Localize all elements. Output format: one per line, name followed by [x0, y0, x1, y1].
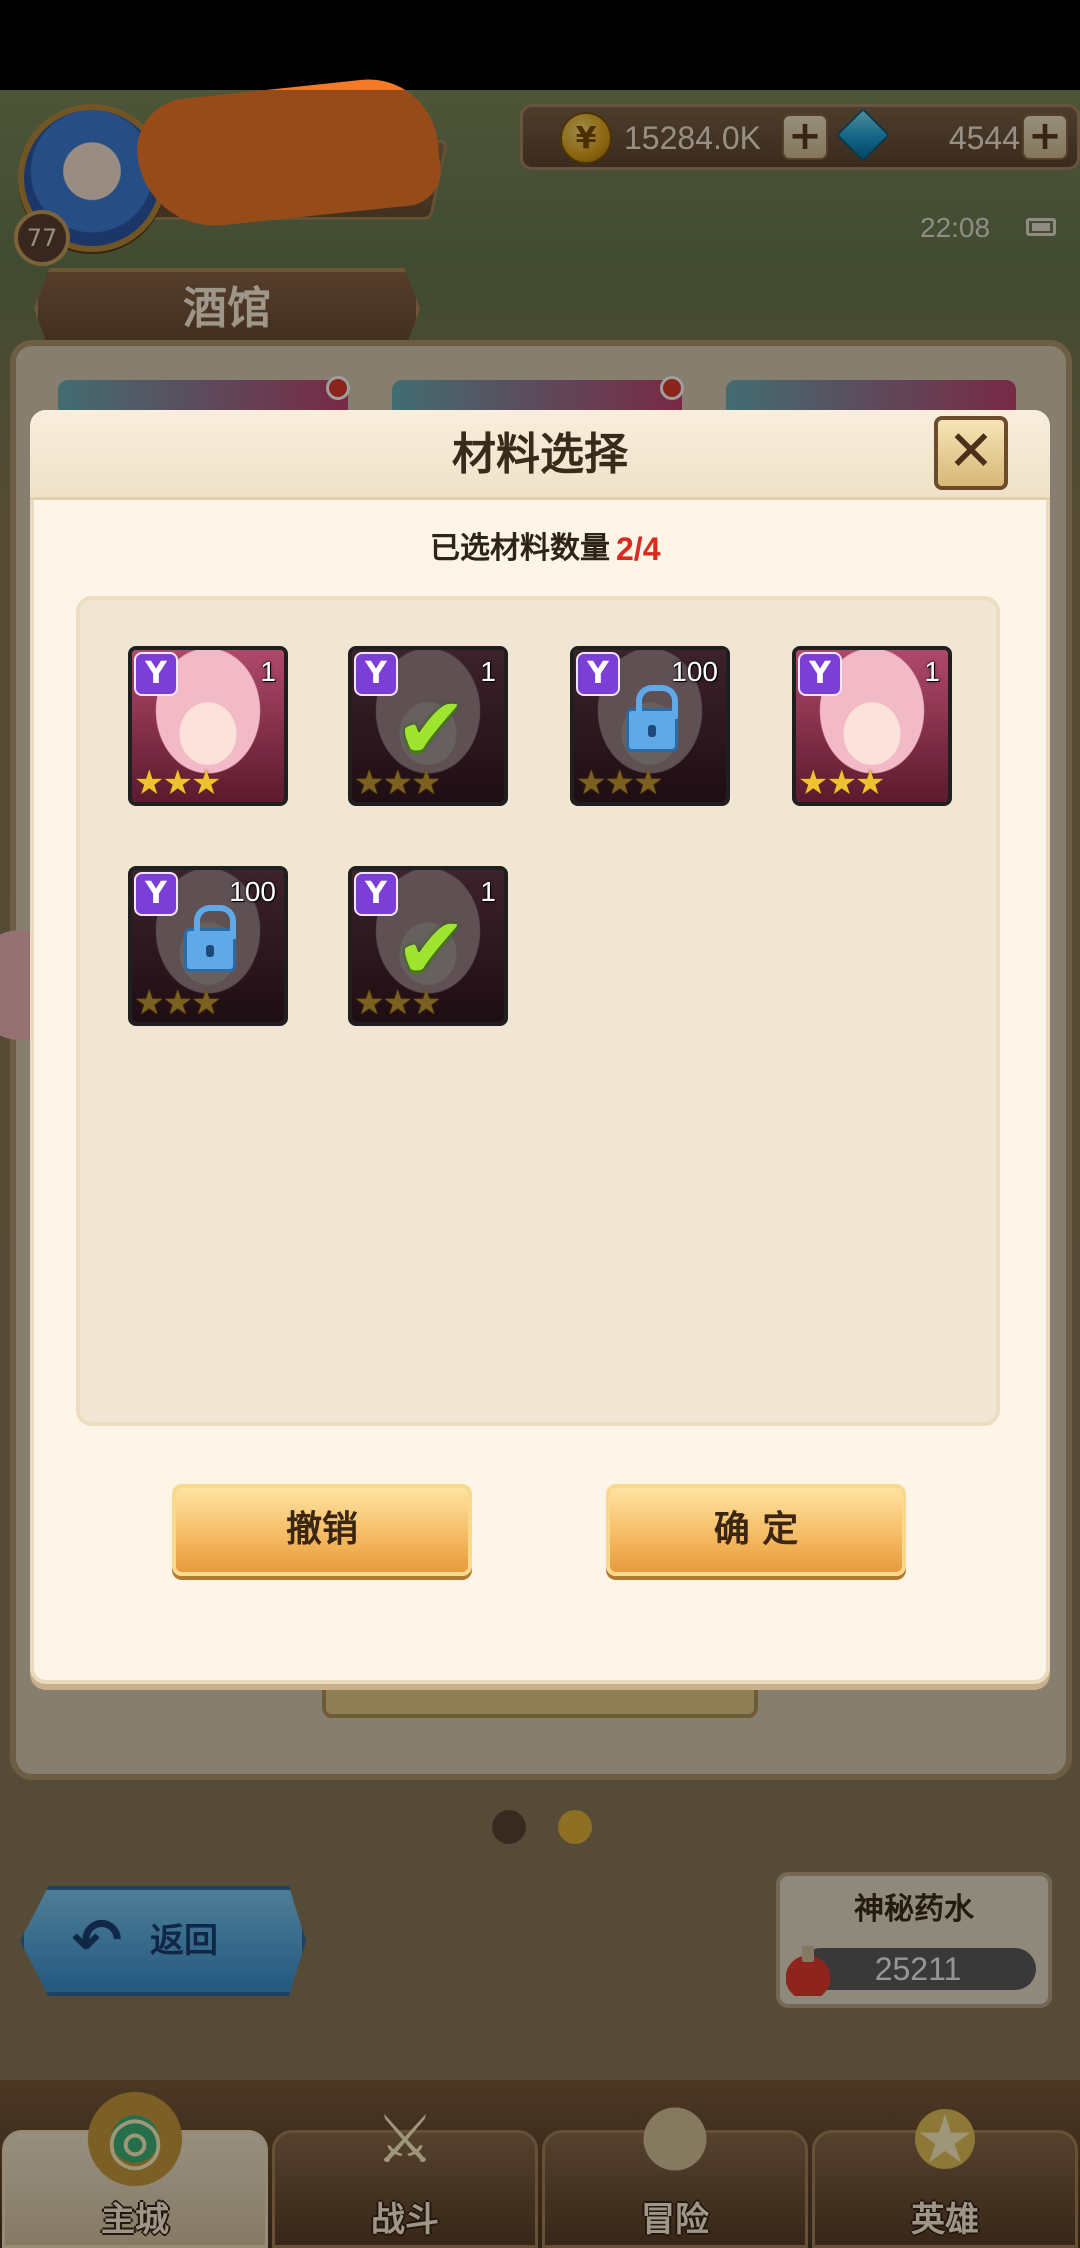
game-screen: 77 ¥ 15284.0K + 4544 + 22:08 酒馆 ↶ 返回 神秘药… — [0, 0, 1080, 2248]
dialog-title: 材料选择 — [452, 429, 628, 480]
checkmark-icon: ✔ — [394, 899, 468, 999]
card-quantity: 100 — [229, 876, 276, 907]
star-rating: ★★★ — [134, 983, 221, 1023]
lock-icon — [184, 905, 236, 972]
star-rating: ★★★ — [798, 763, 885, 803]
material-card-selected[interactable]: Y 1 ★★★ ✔ — [348, 866, 508, 1026]
card-quantity: 100 — [671, 656, 718, 687]
cancel-button[interactable]: 撤销 — [172, 1484, 472, 1576]
faction-icon: Y — [134, 872, 178, 916]
faction-icon: Y — [576, 652, 620, 696]
card-quantity: 1 — [924, 656, 940, 687]
confirm-button[interactable]: 确 定 — [606, 1484, 906, 1576]
checkmark-icon: ✔ — [394, 679, 468, 779]
status-bar — [0, 0, 1080, 90]
close-button[interactable]: ✕ — [934, 416, 1008, 490]
material-card-selected[interactable]: Y 1 ★★★ ✔ — [348, 646, 508, 806]
material-card[interactable]: Y 1 ★★★ — [792, 646, 952, 806]
card-quantity: 1 — [480, 656, 496, 687]
material-card-locked[interactable]: Y 100 ★★★ — [570, 646, 730, 806]
star-rating: ★★★ — [134, 763, 221, 803]
material-card-locked[interactable]: Y 100 ★★★ — [128, 866, 288, 1026]
lock-icon — [626, 685, 678, 752]
star-rating: ★★★ — [576, 763, 663, 803]
material-card[interactable]: Y 1 ★★★ — [128, 646, 288, 806]
faction-icon: Y — [798, 652, 842, 696]
card-quantity: 1 — [260, 656, 276, 687]
selected-materials-label: 已选材料数量 — [430, 531, 610, 566]
card-quantity: 1 — [480, 876, 496, 907]
faction-icon: Y — [134, 652, 178, 696]
selected-materials-count: 2/4 — [616, 531, 661, 567]
